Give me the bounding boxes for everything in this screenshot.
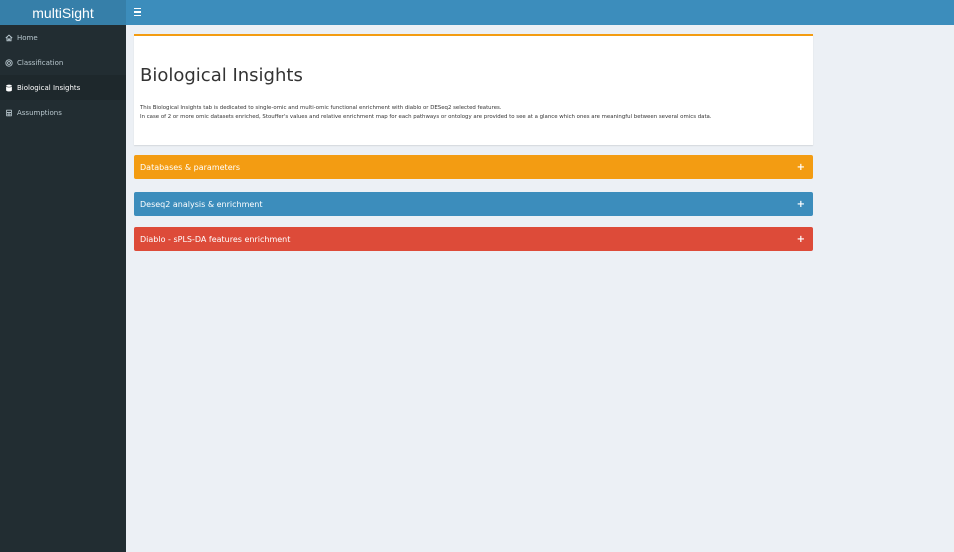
- expand-plus-icon[interactable]: +: [797, 162, 805, 173]
- home-icon: [4, 33, 13, 42]
- database-icon: [4, 83, 13, 92]
- sidebar-item-label: Assumptions: [17, 108, 62, 117]
- panel-diablo-enrichment[interactable]: Diablo - sPLS-DA features enrichment +: [134, 227, 813, 251]
- panel-title: Deseq2 analysis & enrichment: [140, 199, 263, 209]
- description-line: In case of 2 or more omic datasets enric…: [140, 114, 712, 120]
- panel-databases-parameters[interactable]: Databases & parameters +: [134, 155, 813, 179]
- expand-plus-icon[interactable]: +: [797, 199, 805, 210]
- sidebar-item-biological-insights[interactable]: Biological Insights: [0, 75, 126, 100]
- target-icon: [4, 58, 13, 67]
- intro-box: Biological Insights This Biological Insi…: [134, 34, 813, 145]
- page-title: Biological Insights: [140, 65, 303, 86]
- sidebar-item-label: Classification: [17, 58, 64, 67]
- top-navbar: [126, 0, 954, 25]
- sidebar-item-home[interactable]: Home: [0, 25, 126, 50]
- panel-title: Databases & parameters: [140, 162, 241, 172]
- app-logo[interactable]: multiSight: [0, 0, 126, 25]
- sidebar-item-label: Biological Insights: [17, 83, 81, 92]
- panel-deseq2-analysis[interactable]: Deseq2 analysis & enrichment +: [134, 192, 813, 216]
- description-line: This Biological Insights tab is dedicate…: [140, 105, 502, 111]
- expand-plus-icon[interactable]: +: [797, 234, 805, 245]
- calculator-icon: [4, 108, 13, 117]
- sidebar-item-label: Home: [17, 33, 38, 42]
- hamburger-icon[interactable]: [134, 5, 146, 19]
- panel-title: Diablo - sPLS-DA features enrichment: [140, 234, 291, 244]
- sidebar: Home Classification Biological Insights …: [0, 25, 126, 552]
- sidebar-item-classification[interactable]: Classification: [0, 50, 126, 75]
- main-content: Biological Insights This Biological Insi…: [126, 25, 954, 552]
- sidebar-item-assumptions[interactable]: Assumptions: [0, 100, 126, 125]
- page-description: This Biological Insights tab is dedicate…: [140, 104, 805, 122]
